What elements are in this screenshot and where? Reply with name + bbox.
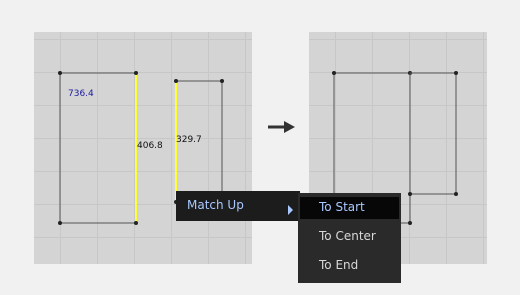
submenu-item-to-start[interactable]: To Start xyxy=(300,197,399,219)
after-right-rect[interactable] xyxy=(408,71,458,196)
submenu-item-to-end[interactable]: To End xyxy=(300,255,399,277)
match-up-submenu: To Start To Center To End xyxy=(298,193,401,283)
menu-item-match-up-label: Match Up xyxy=(187,198,244,212)
right-height-dimension-label: 329.7 xyxy=(176,135,202,145)
right-arrow-icon xyxy=(268,121,295,133)
menu-item-match-up[interactable]: Match Up xyxy=(176,195,300,217)
width-dimension-label: 736.4 xyxy=(68,89,94,99)
left-height-dimension-label: 406.8 xyxy=(137,141,163,151)
drawing-overlay xyxy=(58,71,458,225)
submenu-item-to-center[interactable]: To Center xyxy=(300,226,399,248)
context-menu: Match Up xyxy=(176,191,300,221)
chevron-right-icon xyxy=(288,205,293,215)
